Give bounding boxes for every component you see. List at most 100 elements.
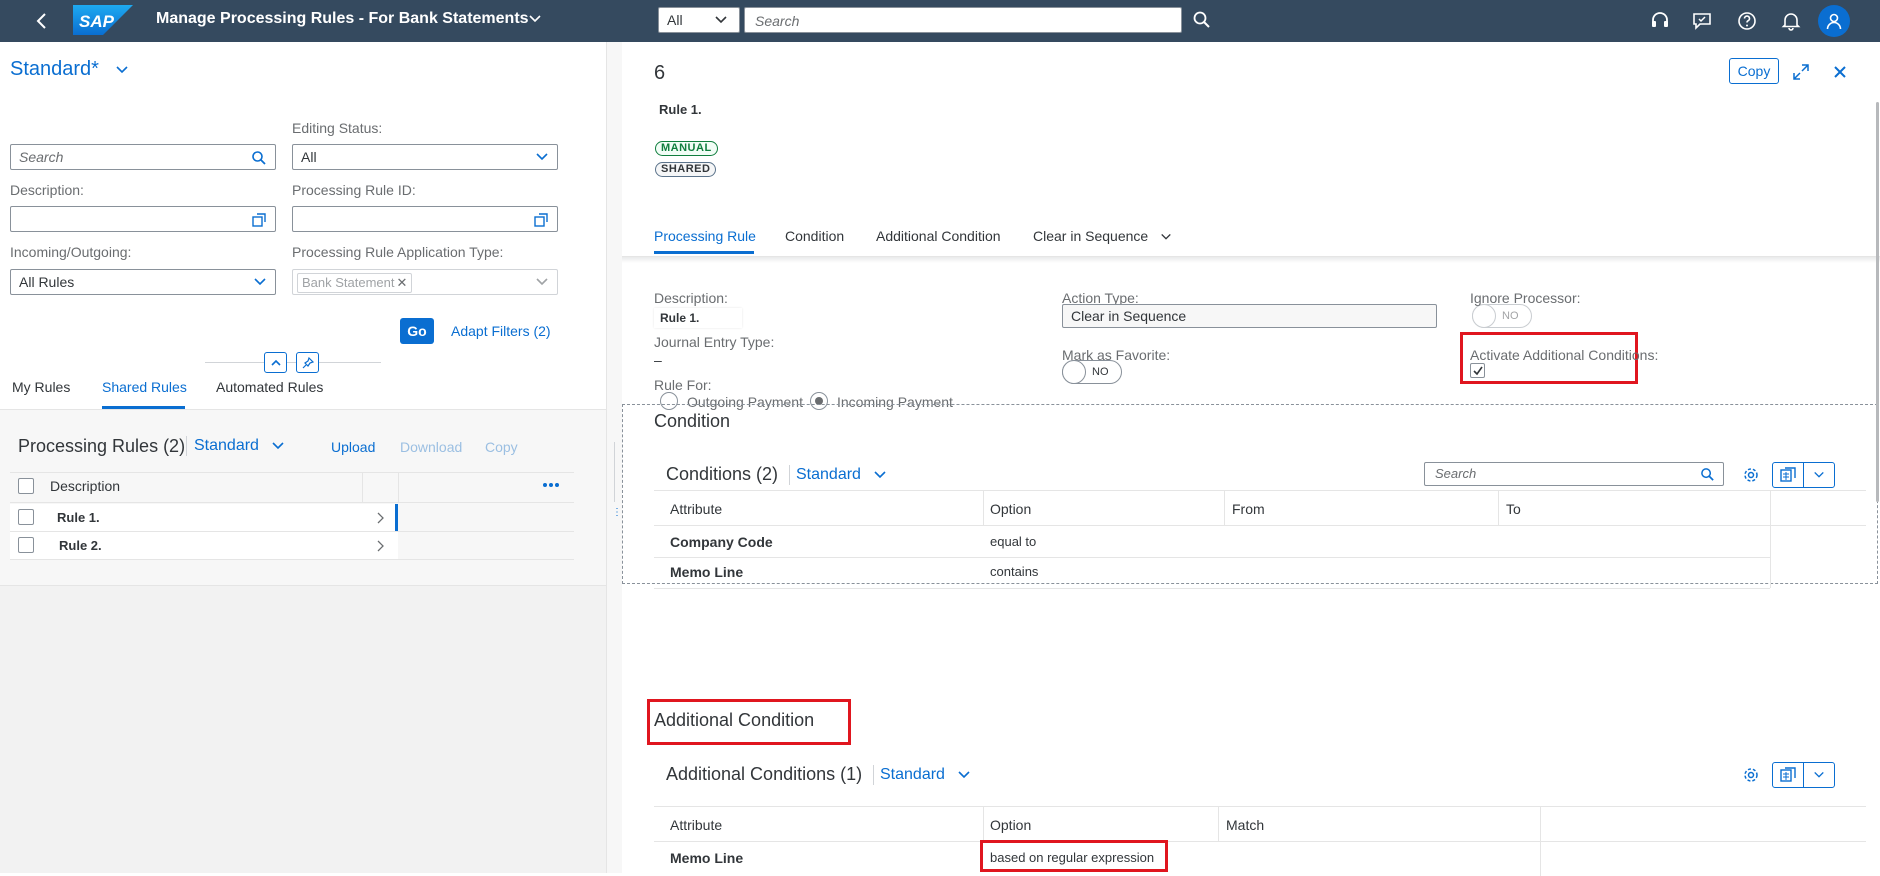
select-all-checkbox[interactable] bbox=[18, 478, 34, 494]
adapt-filters-button[interactable]: Adapt Filters (2) bbox=[451, 323, 551, 339]
export-menu-button[interactable] bbox=[1803, 762, 1835, 788]
value-help-icon[interactable] bbox=[533, 212, 549, 228]
back-button[interactable] bbox=[30, 9, 54, 33]
variant-modified-star: * bbox=[91, 58, 99, 80]
list-report-pane: Standard* Editing Status: Search All Des… bbox=[0, 42, 606, 873]
tab-clear-in-sequence[interactable]: Clear in Sequence bbox=[1033, 228, 1172, 244]
column-header-to[interactable]: To bbox=[1506, 501, 1521, 517]
column-header-description[interactable]: Description bbox=[50, 478, 120, 494]
chevron-right-icon bbox=[377, 512, 384, 524]
incoming-outgoing-value: All Rules bbox=[19, 274, 75, 290]
row-checkbox[interactable] bbox=[18, 537, 34, 553]
table-row[interactable]: Company Code equal to bbox=[654, 527, 1770, 557]
table-row[interactable]: Memo Line contains bbox=[654, 558, 1770, 588]
headset-icon[interactable] bbox=[1648, 9, 1672, 33]
column-header-attribute[interactable]: Attribute bbox=[670, 501, 722, 517]
col-divider bbox=[1218, 806, 1219, 842]
activate-additional-checkbox[interactable] bbox=[1470, 363, 1485, 378]
settings-gear-icon[interactable] bbox=[1739, 463, 1763, 487]
col-divider bbox=[1770, 526, 1771, 588]
upload-button[interactable]: Upload bbox=[331, 439, 375, 455]
switch-knob bbox=[1472, 304, 1496, 328]
table-variant-selector[interactable]: Standard bbox=[194, 437, 285, 455]
table-variant-name: Standard bbox=[194, 437, 259, 454]
app-title[interactable]: Manage Processing Rules - For Bank State… bbox=[156, 10, 529, 28]
conditions-search-input[interactable]: Search bbox=[1424, 462, 1724, 486]
feedback-icon[interactable] bbox=[1690, 9, 1714, 33]
processing-rule-id-label: Processing Rule ID: bbox=[292, 182, 416, 198]
column-header-option[interactable]: Option bbox=[990, 501, 1031, 517]
table-row[interactable]: Rule 1. bbox=[10, 504, 398, 531]
application-type-token[interactable]: Bank Statement ✕ bbox=[297, 273, 413, 293]
splitter-grip-icon[interactable]: ⋮ bbox=[612, 508, 622, 518]
copy-button: Copy bbox=[485, 439, 518, 455]
collapse-header-button[interactable] bbox=[264, 352, 287, 373]
tab-shared-rules[interactable]: Shared Rules bbox=[102, 379, 187, 395]
chevron-down-icon bbox=[536, 278, 548, 286]
additional-conditions-variant-selector[interactable]: Standard bbox=[880, 766, 971, 784]
shell-bar: SAP Manage Processing Rules - For Bank S… bbox=[0, 0, 1880, 42]
scrollbar-thumb[interactable] bbox=[1876, 102, 1879, 502]
action-type-field[interactable]: Clear in Sequence bbox=[1062, 304, 1437, 328]
fullscreen-icon[interactable] bbox=[1789, 60, 1813, 84]
column-header-match[interactable]: Match bbox=[1226, 817, 1264, 833]
additional-condition-attribute: Memo Line bbox=[670, 850, 744, 866]
description-value: Rule 1. bbox=[654, 308, 742, 328]
value-help-icon[interactable] bbox=[251, 212, 267, 228]
settings-gear-icon[interactable] bbox=[1739, 763, 1763, 787]
notifications-icon[interactable] bbox=[1779, 9, 1803, 33]
checkmark-icon bbox=[1472, 366, 1483, 375]
rule-for-label: Rule For: bbox=[654, 377, 712, 393]
activate-additional-label: Activate Additional Conditions: bbox=[1470, 347, 1659, 363]
mark-favorite-switch[interactable]: NO bbox=[1062, 360, 1122, 384]
tab-condition[interactable]: Condition bbox=[785, 228, 844, 244]
row-description: Rule 2. bbox=[59, 538, 102, 553]
go-button[interactable]: Go bbox=[400, 318, 434, 344]
column-header-attribute[interactable]: Attribute bbox=[670, 817, 722, 833]
column-header-from[interactable]: From bbox=[1232, 501, 1265, 517]
help-icon[interactable] bbox=[1735, 9, 1759, 33]
export-menu-button[interactable] bbox=[1803, 462, 1835, 488]
incoming-outgoing-select[interactable]: All Rules bbox=[10, 269, 276, 295]
condition-option: equal to bbox=[990, 534, 1037, 549]
row-selected-indicator bbox=[395, 504, 398, 531]
tab-automated-rules[interactable]: Automated Rules bbox=[216, 379, 323, 395]
table-row[interactable]: Rule 2. bbox=[10, 532, 398, 559]
search-icon[interactable] bbox=[251, 150, 267, 166]
pin-icon bbox=[302, 356, 314, 368]
column-header-option[interactable]: Option bbox=[990, 817, 1031, 833]
chevron-up-icon bbox=[270, 359, 281, 366]
application-type-multicombo[interactable]: Bank Statement ✕ bbox=[292, 269, 558, 295]
search-icon[interactable] bbox=[1700, 467, 1715, 482]
description-input[interactable] bbox=[10, 206, 276, 232]
description-label: Description: bbox=[654, 290, 728, 306]
column-splitter[interactable]: ⋮ bbox=[606, 42, 622, 873]
copy-object-button[interactable]: Copy bbox=[1729, 58, 1779, 84]
pin-header-button[interactable] bbox=[296, 352, 319, 373]
object-title: 6 bbox=[654, 62, 666, 84]
person-icon bbox=[1826, 13, 1842, 30]
close-icon[interactable] bbox=[1828, 60, 1852, 84]
table-header-top-line bbox=[10, 472, 574, 473]
conditions-variant-selector[interactable]: Standard bbox=[796, 466, 887, 484]
chevron-down-icon bbox=[536, 153, 548, 161]
export-button[interactable] bbox=[1772, 462, 1804, 488]
editing-status-select[interactable]: All bbox=[292, 144, 558, 170]
sap-logo[interactable]: SAP bbox=[73, 5, 133, 35]
search-input[interactable]: Search bbox=[10, 144, 276, 170]
user-avatar[interactable] bbox=[1818, 5, 1850, 37]
token-remove-icon[interactable]: ✕ bbox=[397, 275, 408, 290]
tab-my-rules[interactable]: My Rules bbox=[12, 379, 70, 395]
more-icon[interactable] bbox=[540, 478, 562, 492]
export-button[interactable] bbox=[1772, 762, 1804, 788]
conditions-table-title: Conditions (2) bbox=[666, 464, 779, 484]
table-row[interactable]: Memo Line based on regular expression bbox=[654, 840, 1540, 873]
shell-search-input[interactable]: Search bbox=[744, 7, 1182, 33]
tab-additional-condition[interactable]: Additional Condition bbox=[876, 228, 1001, 244]
chevron-down-icon[interactable] bbox=[528, 12, 542, 26]
search-icon[interactable] bbox=[1192, 10, 1214, 32]
row-checkbox[interactable] bbox=[18, 509, 34, 525]
tab-processing-rule[interactable]: Processing Rule bbox=[654, 228, 756, 244]
variant-selector[interactable]: Standard* bbox=[10, 58, 129, 81]
processing-rule-id-input[interactable] bbox=[292, 206, 558, 232]
